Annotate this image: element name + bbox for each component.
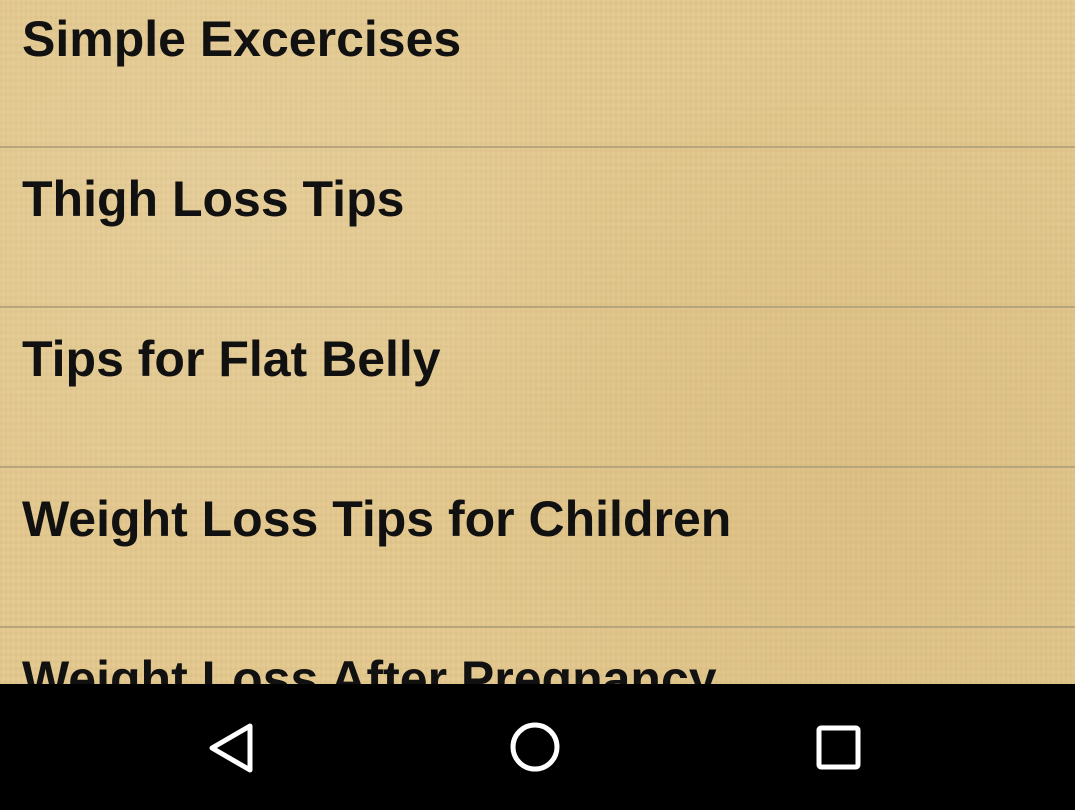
recents-button[interactable] — [804, 712, 874, 782]
list-item-label: Weight Loss After Pregnancy — [22, 651, 717, 684]
home-icon — [510, 722, 560, 772]
navigation-bar — [0, 684, 1075, 810]
list-item-tips-for-flat-belly[interactable]: Tips for Flat Belly — [0, 308, 1075, 468]
list-item-label: Tips for Flat Belly — [22, 331, 441, 387]
list-item-simple-excercises[interactable]: Simple Excercises — [0, 0, 1075, 148]
home-button[interactable] — [500, 712, 570, 782]
list-item-thigh-loss-tips[interactable]: Thigh Loss Tips — [0, 148, 1075, 308]
list-item-label: Simple Excercises — [22, 11, 462, 67]
list-item-label: Weight Loss Tips for Children — [22, 491, 732, 547]
topic-list: Simple Excercises Thigh Loss Tips Tips f… — [0, 0, 1075, 684]
screen: Simple Excercises Thigh Loss Tips Tips f… — [0, 0, 1075, 810]
list-item-weight-loss-after-pregnancy[interactable]: Weight Loss After Pregnancy — [0, 628, 1075, 684]
back-button[interactable] — [198, 712, 268, 782]
list-item-label: Thigh Loss Tips — [22, 171, 405, 227]
recents-icon — [816, 725, 861, 770]
list-item-weight-loss-tips-for-children[interactable]: Weight Loss Tips for Children — [0, 468, 1075, 628]
back-icon — [209, 723, 253, 773]
